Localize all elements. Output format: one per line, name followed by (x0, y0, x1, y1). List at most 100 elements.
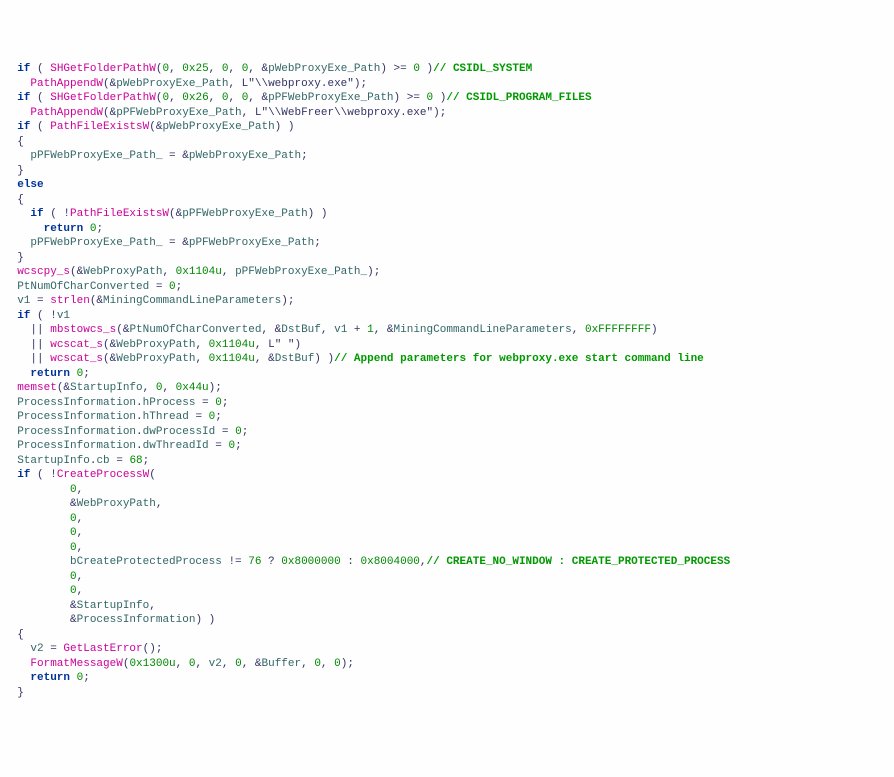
token-cmt: // CREATE_NO_WINDOW : CREATE_PROTECTED_P… (427, 556, 731, 568)
token-punc: & (70, 600, 77, 612)
token-num: 76 (248, 556, 261, 568)
token-punc: ( (149, 469, 156, 481)
token-punc: || (30, 324, 50, 336)
token-punc: ) (295, 339, 302, 351)
code-line: PathAppendW(&pPFWebProxyExe_Path, L"\\We… (4, 106, 890, 121)
code-line: if ( !CreateProcessW( (4, 468, 890, 483)
token-punc: = (215, 426, 235, 438)
token-punc: ; (83, 368, 90, 380)
token-num: 0 (413, 63, 420, 75)
code-line: return 0; (4, 671, 890, 686)
token-kw: return (44, 223, 84, 235)
token-var: WebProxyPath (116, 353, 195, 365)
token-punc: ; (301, 150, 308, 162)
token-punc: , (162, 382, 175, 394)
token-punc: != (222, 556, 248, 568)
token-num: 0x8004000 (361, 556, 420, 568)
token-punc: ) >= (394, 92, 427, 104)
token-punc: , & (248, 92, 268, 104)
token-num: 0 (334, 658, 341, 670)
token-punc: ; (83, 672, 90, 684)
token-punc: (& (116, 324, 129, 336)
code-line: 0, (4, 483, 890, 498)
token-cmt: // CSIDL_SYSTEM (433, 63, 532, 75)
token-punc: . (136, 440, 143, 452)
token-punc: ; (235, 440, 242, 452)
code-line: } (4, 686, 890, 701)
code-line: v1 = strlen(&MiningCommandLineParameters… (4, 294, 890, 309)
token-punc: (& (149, 121, 162, 133)
token-var: ProcessInformation (17, 426, 136, 438)
token-num: 0 (70, 542, 77, 554)
token-num: 0 (70, 527, 77, 539)
code-line: { (4, 193, 890, 208)
token-punc: ); (281, 295, 294, 307)
token-var: Buffer (262, 658, 302, 670)
code-line: bCreateProtectedProcess != 76 ? 0x800000… (4, 555, 890, 570)
token-fn: SHGetFolderPathW (50, 63, 156, 75)
token-var: StartupInfo (17, 455, 90, 467)
token-punc: ) (651, 324, 658, 336)
token-fn: mbstowcs_s (50, 324, 116, 336)
token-fn: PathAppendW (30, 78, 103, 90)
token-punc: (& (90, 295, 103, 307)
token-fn: PathFileExistsW (70, 208, 169, 220)
token-punc: = (110, 455, 130, 467)
token-punc: ; (222, 397, 229, 409)
token-punc: + (347, 324, 367, 336)
token-punc: , (222, 266, 235, 278)
token-var: WebProxyPath (116, 339, 195, 351)
token-punc: , (156, 498, 163, 510)
code-line: wcscpy_s(&WebProxyPath, 0x1104u, pPFWebP… (4, 265, 890, 280)
token-var: StartupInfo (70, 382, 143, 394)
token-punc: , (321, 324, 334, 336)
token-kw: if (17, 121, 30, 133)
token-var: MiningCommandLineParameters (103, 295, 281, 307)
token-punc (83, 223, 90, 235)
token-var: ProcessInformation (17, 411, 136, 423)
token-fn: memset (17, 382, 57, 394)
token-var: v1 (334, 324, 347, 336)
token-fn: PathAppendW (30, 107, 103, 119)
token-punc: & (70, 498, 77, 510)
code-line: 0, (4, 512, 890, 527)
token-var: v1 (57, 310, 70, 322)
token-punc: , (143, 382, 156, 394)
token-var: pWebProxyExe_Path (268, 63, 380, 75)
code-line: } (4, 251, 890, 266)
token-punc: = & (162, 237, 188, 249)
code-line: &WebProxyPath, (4, 497, 890, 512)
token-num: 0 (314, 658, 321, 670)
token-punc: , (77, 571, 84, 583)
token-punc: { (17, 194, 24, 206)
token-punc: ) ) (195, 614, 215, 626)
token-num: 0xFFFFFFFF (585, 324, 651, 336)
token-kw: return (30, 368, 70, 380)
code-line: 0, (4, 526, 890, 541)
token-cmt: // Append parameters for webproxy.exe st… (334, 353, 704, 365)
token-kw: if (17, 310, 30, 322)
code-line: 0, (4, 584, 890, 599)
token-var: pWebProxyExe_Path (189, 150, 301, 162)
code-line: || wcscat_s(&WebProxyPath, 0x1104u, L" "… (4, 338, 890, 353)
code-line: PathAppendW(&pWebProxyExe_Path, L"\\webp… (4, 77, 890, 92)
code-line: FormatMessageW(0x1300u, 0, v2, 0, &Buffe… (4, 657, 890, 672)
token-punc: } (17, 165, 24, 177)
token-punc: (& (103, 107, 116, 119)
token-punc: , & (255, 353, 275, 365)
token-punc: ( ! (30, 310, 56, 322)
token-punc: . (136, 397, 143, 409)
code-line: memset(&StartupInfo, 0, 0x44u); (4, 381, 890, 396)
token-punc: ? (261, 556, 281, 568)
code-line: if ( SHGetFolderPathW(0, 0x26, 0, 0, &pP… (4, 91, 890, 106)
token-punc: , L (242, 107, 262, 119)
token-punc: , (149, 600, 156, 612)
token-var: DstBuf (275, 353, 315, 365)
token-punc: ( ! (44, 208, 70, 220)
token-punc: , (77, 542, 84, 554)
token-punc: ; (215, 411, 222, 423)
token-var: PtNumOfCharConverted (17, 281, 149, 293)
code-line: return 0; (4, 222, 890, 237)
token-var: bCreateProtectedProcess (70, 556, 222, 568)
token-punc: (& (103, 353, 116, 365)
